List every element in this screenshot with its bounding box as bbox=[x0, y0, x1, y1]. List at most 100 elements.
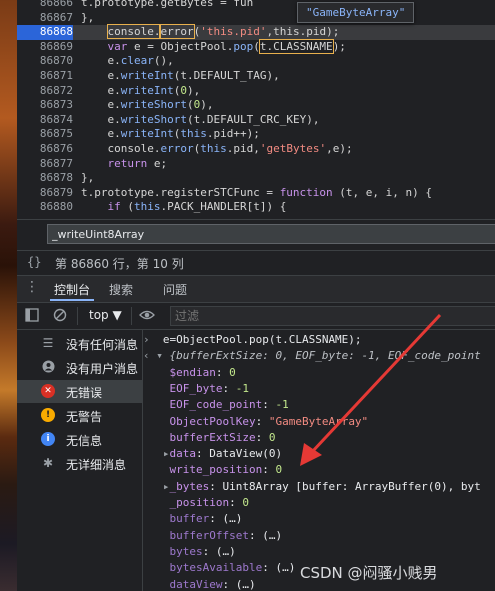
line-number[interactable]: 86880 bbox=[17, 200, 73, 215]
code-text: e.writeInt(0), bbox=[81, 84, 200, 99]
tab-console[interactable]: 控制台 bbox=[49, 281, 95, 301]
code-text: e.writeShort(0), bbox=[81, 98, 213, 113]
property-colon: : bbox=[255, 430, 269, 444]
property-colon: : bbox=[262, 561, 276, 575]
code-line[interactable]: 86877 return e; bbox=[17, 157, 495, 172]
code-line[interactable]: 86868 console.error('this.pid',this.pid)… bbox=[17, 24, 495, 40]
property-colon: : bbox=[209, 479, 223, 493]
code-line[interactable]: 86873 e.writeShort(0), bbox=[17, 98, 495, 113]
console-property-row[interactable]: bufferExtSize: 0 bbox=[143, 430, 276, 446]
code-line[interactable]: 86880 if (this.PACK_HANDLER[t]) { bbox=[17, 200, 495, 215]
user-icon bbox=[41, 360, 55, 374]
console-property-row[interactable]: ▸data: DataView(0) bbox=[143, 446, 282, 462]
property-colon: : bbox=[248, 528, 263, 542]
code-token: if bbox=[81, 200, 121, 214]
sidebar-toggle-icon[interactable] bbox=[25, 308, 39, 325]
code-line[interactable]: 86874 e.writeShort(t.DEFAULT_CRC_KEY), bbox=[17, 113, 495, 128]
line-number[interactable]: 86875 bbox=[17, 127, 73, 142]
line-number[interactable]: 86868 bbox=[17, 25, 73, 40]
code-line[interactable]: 86875 e.writeInt(this.pid++); bbox=[17, 127, 495, 142]
search-input[interactable] bbox=[47, 224, 495, 244]
code-line[interactable]: 86872 e.writeInt(0), bbox=[17, 84, 495, 99]
sidebar-item-errors[interactable]: ✕ 无错误 bbox=[17, 380, 142, 403]
console-property-row[interactable]: bytes: (…) bbox=[143, 544, 236, 560]
line-number[interactable]: 86871 bbox=[17, 69, 73, 84]
context-select[interactable]: top ▼ bbox=[89, 308, 122, 322]
line-number[interactable]: 86870 bbox=[17, 54, 73, 69]
line-number[interactable]: 86878 bbox=[17, 171, 73, 186]
code-token: 'getBytes' bbox=[259, 142, 327, 155]
code-token: 'this.pid' bbox=[200, 25, 267, 39]
console-input-text: e=ObjectPool.pop(t.CLASSNAME); bbox=[162, 333, 362, 346]
tab-search[interactable]: 搜索 bbox=[109, 281, 133, 298]
property-key: data bbox=[169, 447, 197, 461]
code-line[interactable]: 86867}, bbox=[17, 11, 495, 26]
line-number[interactable]: 86876 bbox=[17, 142, 73, 157]
sidebar-item-info[interactable]: i 无信息 bbox=[17, 428, 142, 451]
code-token: .PACK_HANDLER[t]) { bbox=[160, 200, 287, 214]
console-output[interactable]: › e=ObjectPool.pop(t.CLASSNAME); ‹ ▾ {buf… bbox=[143, 330, 495, 591]
drawer-menu-icon[interactable]: ⋮ bbox=[25, 279, 39, 295]
code-line[interactable]: 86879 t.prototype.registerSTCFunc = funct… bbox=[17, 186, 495, 201]
code-text: e.writeInt(this.pid++); bbox=[81, 127, 259, 142]
console-property-row[interactable]: ObjectPoolKey: "GameByteArray" bbox=[143, 414, 369, 430]
property-value: (…) bbox=[215, 544, 236, 558]
clear-console-icon[interactable] bbox=[53, 308, 67, 325]
property-value: (…) bbox=[235, 577, 256, 591]
tab-issues[interactable]: 问题 bbox=[163, 281, 187, 298]
console-property-row[interactable]: $endian: 0 bbox=[143, 365, 236, 381]
eye-icon[interactable] bbox=[139, 308, 155, 325]
console-property-row[interactable]: dataView: (…) bbox=[143, 577, 256, 591]
pretty-print-icon[interactable]: {} bbox=[27, 255, 41, 269]
code-token: pop bbox=[233, 39, 254, 53]
line-number[interactable]: 86867 bbox=[17, 11, 73, 26]
property-key: write_position bbox=[169, 463, 263, 477]
collapse-triangle-icon[interactable]: ‹ ▾ bbox=[143, 349, 170, 362]
line-number[interactable]: 86877 bbox=[17, 157, 73, 172]
property-colon: : bbox=[222, 381, 236, 395]
code-text: var e = ObjectPool.pop(t.CLASSNAME); bbox=[81, 38, 346, 55]
console-property-row[interactable]: ▸_bytes: Uint8Array [buffer: ArrayBuffer… bbox=[143, 479, 481, 495]
line-number[interactable]: 86872 bbox=[17, 84, 73, 99]
line-number[interactable]: 86869 bbox=[17, 40, 73, 55]
console-property-row[interactable]: buffer: (…) bbox=[143, 511, 243, 527]
code-text: return e; bbox=[81, 157, 167, 172]
code-line[interactable]: 86866 t.prototype.getBytes = fun bbox=[17, 0, 495, 11]
sidebar-item-all-messages[interactable]: ☰ 没有任何消息 bbox=[17, 332, 142, 355]
sidebar-item-verbose[interactable]: ✱ 无详细消息 bbox=[17, 452, 142, 475]
sidebar-item-user-messages[interactable]: 没有用户消息 bbox=[17, 356, 142, 379]
line-number[interactable]: 86879 bbox=[17, 186, 73, 201]
property-value: 0 bbox=[229, 365, 236, 379]
line-number[interactable]: 86874 bbox=[17, 113, 73, 128]
console-property-row[interactable]: bytesAvailable: (…) bbox=[143, 560, 296, 576]
prompt-chevron-icon: › bbox=[143, 333, 163, 346]
line-number[interactable]: 86873 bbox=[17, 98, 73, 113]
code-line[interactable]: 86878}, bbox=[17, 171, 495, 186]
code-line[interactable]: 86881 if (this.PACK_HANDLER[t][e]) bbox=[17, 215, 495, 217]
line-number[interactable]: 86881 bbox=[17, 215, 73, 217]
console-object-line[interactable]: ‹ ▾ {bufferExtSize: 0, EOF_byte: -1, EOF… bbox=[143, 348, 481, 364]
game-background-strip bbox=[0, 0, 17, 591]
console-property-row[interactable]: bufferOffset: (…) bbox=[143, 528, 283, 544]
line-number[interactable]: 86866 bbox=[17, 0, 73, 11]
filter-input[interactable] bbox=[170, 306, 495, 326]
code-token: ,e); bbox=[326, 142, 353, 155]
code-line[interactable]: 86870 e.clear(), bbox=[17, 54, 495, 69]
code-line[interactable]: 86876 console.error(this.pid,'getBytes',… bbox=[17, 142, 495, 157]
code-token: ), bbox=[200, 98, 214, 112]
console-input-line[interactable]: › e=ObjectPool.pop(t.CLASSNAME); bbox=[143, 332, 362, 348]
expand-triangle-icon[interactable]: ▸ bbox=[163, 480, 170, 493]
property-colon: : bbox=[255, 414, 269, 428]
code-text: e.writeInt(t.DEFAULT_TAG), bbox=[81, 69, 279, 84]
property-value: 0 bbox=[268, 430, 276, 444]
console-property-row[interactable]: EOF_byte: -1 bbox=[143, 381, 249, 397]
expand-triangle-icon[interactable]: ▸ bbox=[163, 447, 170, 460]
code-line[interactable]: 86869 var e = ObjectPool.pop(t.CLASSNAME… bbox=[17, 38, 495, 55]
code-line[interactable]: 86871 e.writeInt(t.DEFAULT_TAG), bbox=[17, 69, 495, 84]
property-value: 0 bbox=[242, 496, 249, 509]
console-property-row[interactable]: _position: 0 bbox=[143, 495, 249, 511]
console-property-row[interactable]: write_position: 0 bbox=[143, 462, 283, 478]
console-property-row[interactable]: EOF_code_point: -1 bbox=[143, 397, 289, 413]
code-editor[interactable]: 86866 t.prototype.getBytes = fun 86867}, 86… bbox=[17, 0, 495, 217]
sidebar-item-warnings[interactable]: ! 无警告 bbox=[17, 404, 142, 427]
